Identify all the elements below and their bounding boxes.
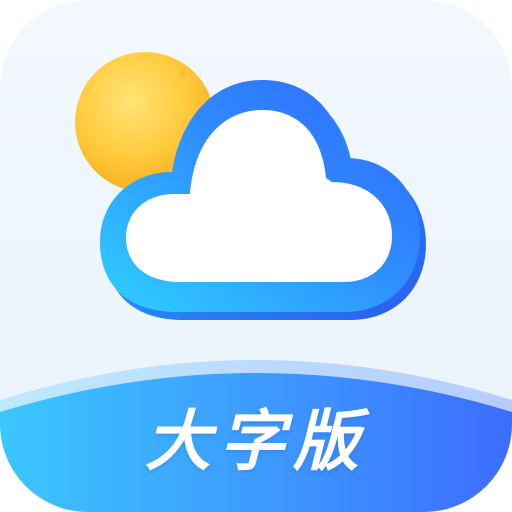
- app-icon[interactable]: 大字版: [0, 0, 512, 512]
- icon-label: 大字版: [145, 403, 367, 480]
